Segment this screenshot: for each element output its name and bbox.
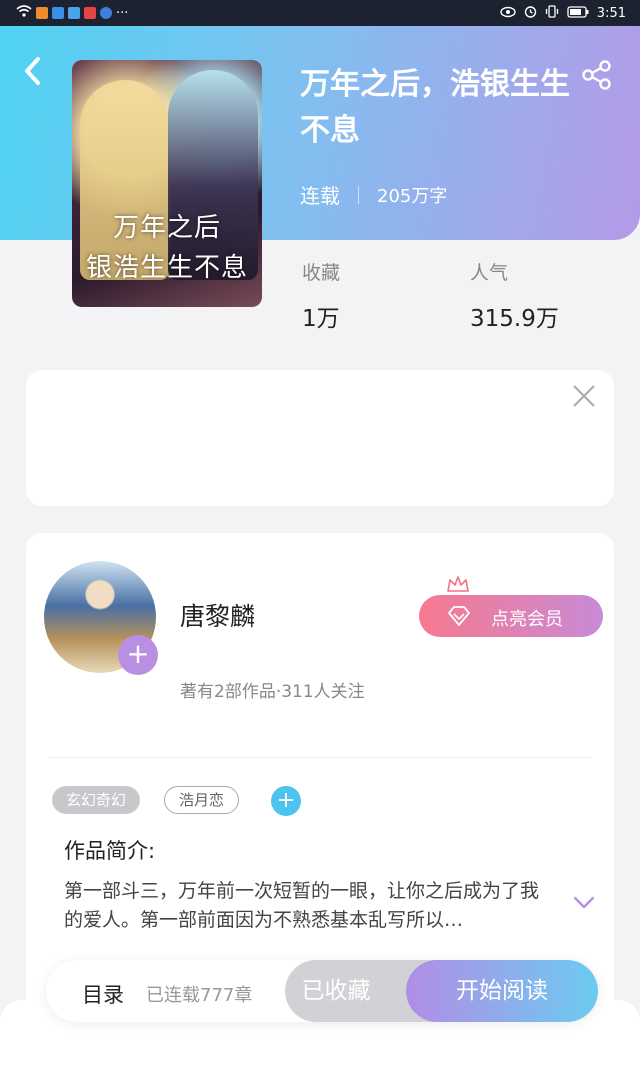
share-icon xyxy=(582,60,611,90)
more-notifications: ··· xyxy=(116,5,129,21)
status-bar-left: ··· xyxy=(16,5,128,21)
eye-icon xyxy=(500,6,516,22)
close-button[interactable] xyxy=(570,382,598,410)
stat-value: 1万 xyxy=(302,306,340,332)
chevron-down-icon[interactable] xyxy=(572,895,596,911)
stat-label: 收藏 xyxy=(302,262,341,284)
crown-icon xyxy=(447,576,469,592)
alarm-icon xyxy=(524,5,537,22)
book-title: 万年之后，浩银生生不息 xyxy=(300,67,570,148)
status-bar-right: 3:51 xyxy=(500,5,626,22)
ad-card xyxy=(26,370,614,506)
app-notification-icon xyxy=(36,7,48,19)
author-name[interactable]: 唐黎麟 xyxy=(180,597,255,633)
divider xyxy=(48,757,592,758)
stat-favorites: 收藏 1万 xyxy=(302,258,340,333)
cover-text-line: 万年之后 xyxy=(112,213,221,243)
divider xyxy=(358,185,359,204)
book-status-row: 连载 205万字 xyxy=(300,180,447,209)
stat-value: 315.9万 xyxy=(470,306,559,332)
vip-button[interactable]: 点亮会员 xyxy=(419,595,603,637)
word-count: 205万字 xyxy=(377,185,448,207)
tag-custom[interactable]: 浩月恋 xyxy=(164,786,240,814)
wifi-icon xyxy=(16,5,32,21)
follow-author-button[interactable]: + xyxy=(118,635,158,675)
status-bar: ··· 3:51 xyxy=(0,0,640,26)
back-button[interactable] xyxy=(22,56,52,90)
intro-title: 作品简介: xyxy=(64,839,156,863)
cover-text-line: 银浩生生不息 xyxy=(85,253,248,283)
diamond-icon xyxy=(448,606,470,626)
cover-title-text: 万年之后 银浩生生不息 xyxy=(72,208,262,288)
stat-label: 人气 xyxy=(470,262,509,284)
share-button[interactable] xyxy=(580,58,616,94)
app-notification-icon xyxy=(68,7,80,19)
battery-icon xyxy=(567,5,589,22)
status-time: 3:51 xyxy=(596,6,626,21)
tag-genre[interactable]: 玄幻奇幻 xyxy=(52,786,141,814)
app-notification-icon xyxy=(100,7,112,19)
app-notification-icon xyxy=(84,7,96,19)
author-meta: 著有2部作品·311人关注 xyxy=(180,682,365,702)
vip-label: 点亮会员 xyxy=(491,609,563,630)
serial-status: 连载 xyxy=(300,184,340,208)
toc-button[interactable]: 目录 xyxy=(82,979,124,1009)
book-cover[interactable]: 万年之后 银浩生生不息 xyxy=(72,60,262,307)
favorited-label: 已收藏 xyxy=(301,978,371,1004)
close-icon xyxy=(573,385,595,407)
stat-popularity: 人气 315.9万 xyxy=(470,258,559,333)
bottom-action-bar: 目录 已连载777章 已收藏 开始阅读 xyxy=(46,960,598,1022)
start-reading-button[interactable]: 开始阅读 xyxy=(406,960,598,1022)
vibrate-icon xyxy=(545,5,559,22)
app-notification-icon xyxy=(52,7,64,19)
add-tag-button[interactable]: + xyxy=(271,786,301,816)
intro-text[interactable]: 第一部斗三，万年前一次短暂的一眼，让你之后成为了我的爱人。第一部前面因为不熟悉基… xyxy=(64,877,544,935)
chevron-left-icon xyxy=(25,57,40,85)
chapter-count[interactable]: 已连载777章 xyxy=(146,981,252,1007)
